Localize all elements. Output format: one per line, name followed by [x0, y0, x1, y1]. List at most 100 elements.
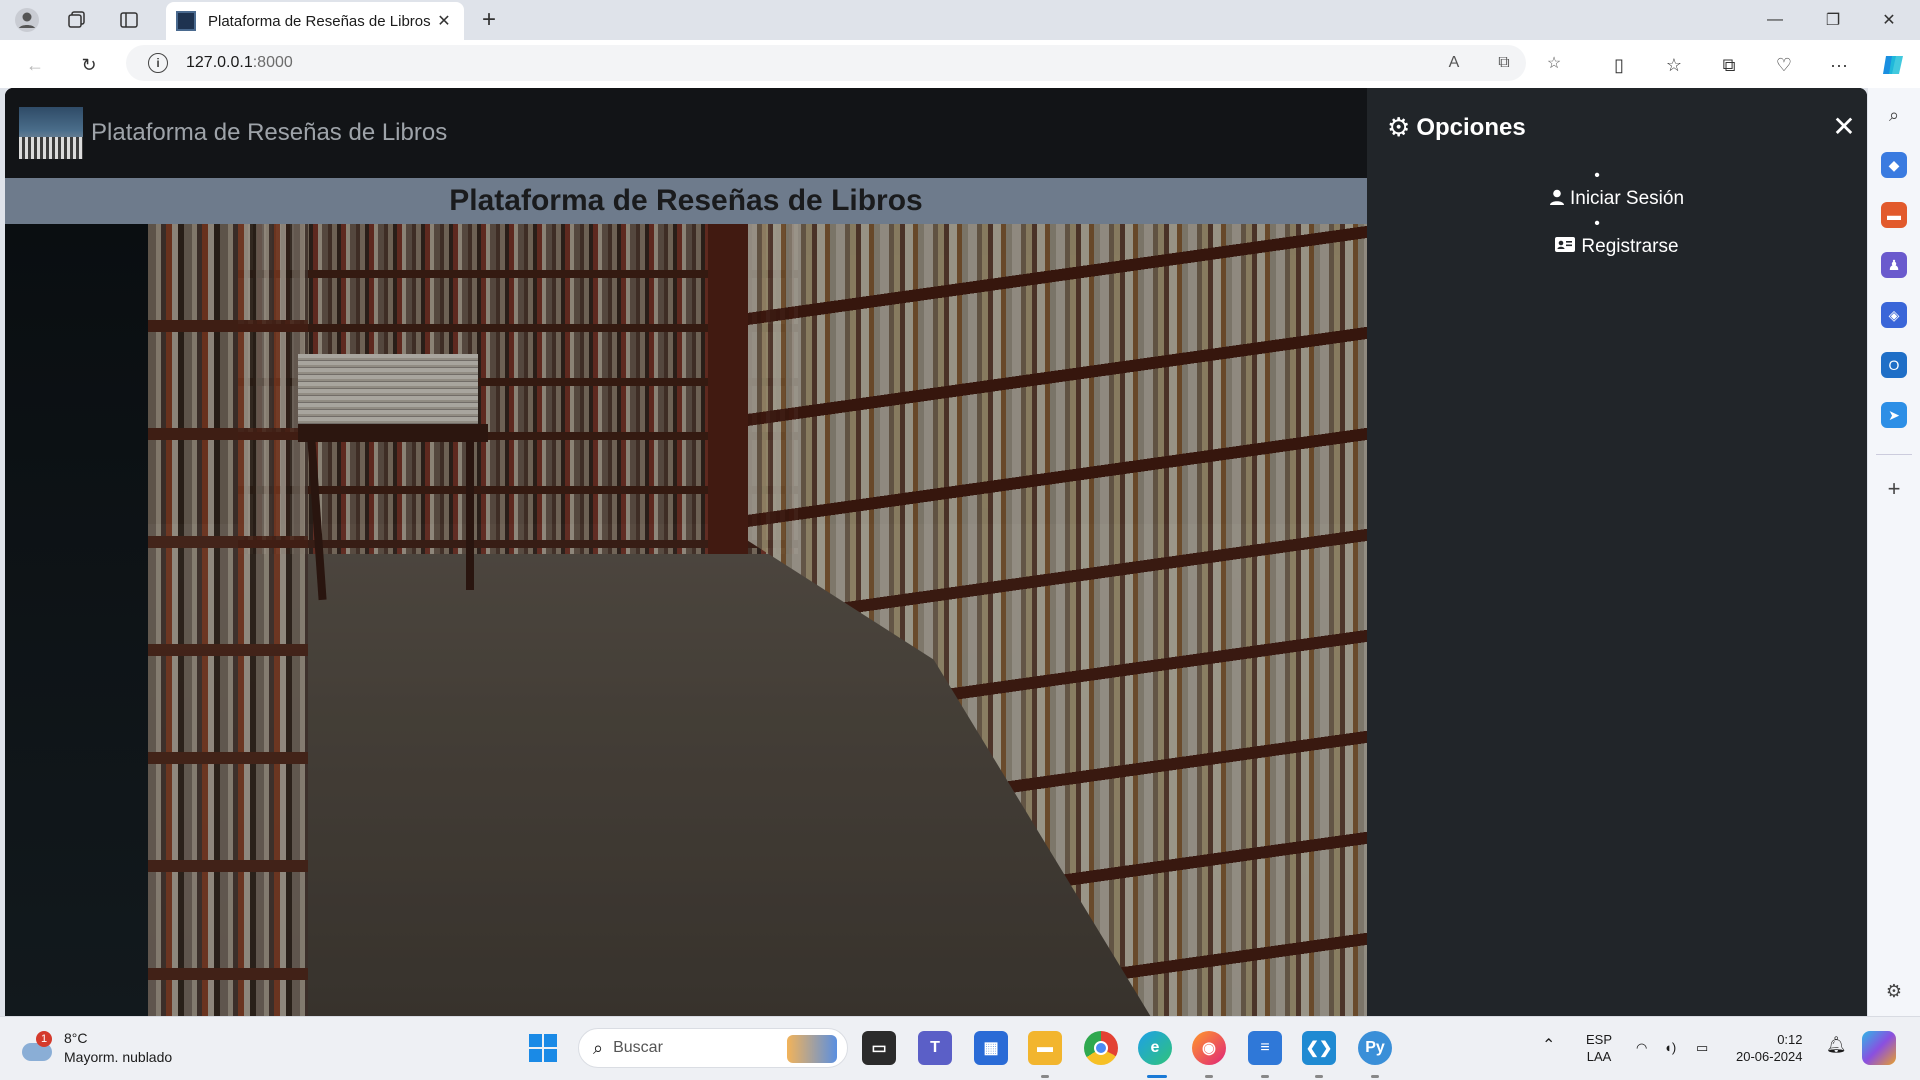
page-viewport: Plataforma de Reseñas de Libros Platafor… — [5, 88, 1867, 1016]
running-indicator — [1041, 1075, 1049, 1078]
add-sidebar-app-icon[interactable]: + — [1881, 476, 1907, 502]
vscode-icon[interactable]: ❮❯ — [1302, 1031, 1336, 1065]
hero-left-strip — [5, 224, 148, 1016]
close-window-button[interactable]: ✕ — [1862, 0, 1916, 40]
tab-favicon — [176, 11, 196, 31]
workspaces-icon[interactable] — [62, 5, 92, 35]
address-bar[interactable]: i 127.0.0.1:8000 A ⧉ ☆ — [126, 45, 1561, 81]
search-highlight-icon — [787, 1035, 837, 1063]
restore-button[interactable]: ❐ — [1806, 0, 1860, 40]
login-link[interactable]: Iniciar Sesión — [1367, 184, 1867, 214]
python-icon[interactable]: Py — [1358, 1031, 1392, 1065]
copilot-taskbar-icon[interactable] — [1862, 1031, 1896, 1065]
offcanvas-header: ⚙ Opciones — [1387, 112, 1526, 143]
favorites-icon[interactable]: ☆ — [1657, 48, 1691, 82]
search-placeholder: Buscar — [613, 1039, 663, 1056]
options-offcanvas: ⚙ Opciones ✕ • Iniciar Sesión • Registra… — [1367, 88, 1867, 1016]
volume-icon[interactable]: ◖) — [1664, 1039, 1676, 1056]
edge-icon[interactable]: e — [1138, 1031, 1172, 1065]
list-bullet: • — [1594, 215, 1600, 232]
store-icon[interactable]: ▦ — [974, 1031, 1008, 1065]
lang-code: ESP — [1586, 1032, 1613, 1047]
weather-temp: 8°C — [64, 1030, 88, 1046]
firefox-icon[interactable]: ◉ — [1192, 1031, 1226, 1065]
running-indicator — [1205, 1075, 1213, 1078]
more-menu-icon[interactable]: ··· — [1822, 48, 1856, 82]
collections-icon[interactable]: ⧉ — [1712, 48, 1746, 82]
id-card-icon — [1555, 237, 1576, 257]
active-tab[interactable]: Plataforma de Reseñas de Libros ✕ — [166, 2, 464, 40]
wifi-icon[interactable]: ◠ — [1636, 1039, 1647, 1056]
battery-icon[interactable]: ▭ — [1696, 1039, 1708, 1056]
register-link[interactable]: Registrarse — [1367, 232, 1867, 262]
start-button[interactable] — [526, 1031, 560, 1065]
user-icon — [1549, 189, 1564, 210]
weather-desc: Mayorm. nublado — [64, 1049, 173, 1065]
app-available-icon[interactable]: ⧉ — [1494, 53, 1514, 73]
task-view-icon[interactable]: ▭ — [862, 1031, 896, 1065]
outlook-icon[interactable]: O — [1881, 352, 1907, 378]
offcanvas-title: Opciones — [1416, 113, 1526, 141]
windows-taskbar: 1 8°C Mayorm. nublado ⌕ Buscar ▭ T ▦ ▬ e… — [0, 1016, 1920, 1080]
site-navbar: Plataforma de Reseñas de Libros — [5, 88, 1367, 178]
sidebar-divider — [1876, 454, 1912, 455]
refresh-button[interactable]: ↻ — [72, 48, 106, 82]
read-aloud-icon[interactable]: A — [1444, 53, 1464, 73]
sidebar-settings-icon[interactable]: ⚙ — [1881, 978, 1907, 1004]
site-info-icon[interactable]: i — [148, 53, 168, 73]
url-text[interactable]: 127.0.0.1:8000 — [186, 54, 293, 72]
running-indicator — [1315, 1075, 1323, 1078]
games-icon[interactable]: ♟ — [1881, 252, 1907, 278]
taskbar-search[interactable]: ⌕ Buscar — [578, 1028, 848, 1068]
copilot-icon[interactable] — [1876, 48, 1910, 82]
active-app-indicator — [1147, 1075, 1167, 1078]
offcanvas-menu: • Iniciar Sesión • Registrarse — [1367, 168, 1867, 264]
keyboard-layout: LAA — [1586, 1049, 1612, 1064]
browser-toolbar: ← ↻ i 127.0.0.1:8000 A ⧉ ☆ ▯ ☆ ⧉ ♡ ··· — [0, 40, 1920, 88]
tab-close-icon[interactable]: ✕ — [434, 11, 454, 31]
chrome-icon[interactable] — [1084, 1031, 1118, 1065]
cloud-icon: 1 — [20, 1031, 54, 1063]
vertical-tabs-icon[interactable] — [114, 5, 144, 35]
clock-date: 20-06-2024 — [1736, 1049, 1803, 1064]
offcanvas-close-button[interactable]: ✕ — [1831, 113, 1857, 141]
tab-title: Plataforma de Reseñas de Libros — [208, 12, 431, 30]
search-icon: ⌕ — [593, 1037, 604, 1058]
browser-essentials-icon[interactable]: ♡ — [1767, 48, 1801, 82]
clock[interactable]: 0:12 20-06-2024 — [1736, 1031, 1803, 1065]
minimize-button[interactable]: — — [1748, 0, 1802, 40]
login-label: Iniciar Sesión — [1569, 188, 1685, 209]
list-bullet: • — [1594, 167, 1600, 184]
register-label: Registrarse — [1581, 236, 1679, 257]
favorite-star-icon[interactable]: ☆ — [1544, 53, 1564, 73]
split-screen-icon[interactable]: ▯ — [1602, 48, 1636, 82]
weather-widget[interactable]: 1 8°C Mayorm. nublado — [20, 1029, 172, 1067]
site-logo[interactable] — [19, 107, 83, 159]
weather-badge: 1 — [36, 1031, 52, 1047]
site-brand[interactable]: Plataforma de Reseñas de Libros — [91, 119, 447, 147]
back-button[interactable]: ← — [18, 48, 52, 82]
sidebar-search-icon[interactable]: ⌕ — [1881, 102, 1907, 128]
notepad-icon[interactable]: ≡ — [1248, 1031, 1282, 1065]
shopping-tag-icon[interactable]: ◆ — [1881, 152, 1907, 178]
profile-icon[interactable] — [12, 5, 42, 35]
clock-time: 0:12 — [1777, 1032, 1803, 1047]
tray-overflow-icon[interactable]: ⌃ — [1542, 1037, 1555, 1054]
notification-bell-icon[interactable]: 🔔︎ — [1826, 1037, 1846, 1054]
new-tab-button[interactable]: + — [474, 5, 504, 35]
hero-title-bar: Plataforma de Reseñas de Libros — [5, 178, 1367, 224]
teams-icon[interactable]: T — [918, 1031, 952, 1065]
language-indicator[interactable]: ESP LAA — [1586, 1031, 1612, 1065]
hero-title: Plataforma de Reseñas de Libros — [449, 184, 923, 217]
photo-dim-overlay — [148, 224, 1367, 1016]
gear-icon: ⚙ — [1387, 112, 1411, 142]
running-indicator — [1261, 1075, 1269, 1078]
file-explorer-icon[interactable]: ▬ — [1028, 1031, 1062, 1065]
tools-briefcase-icon[interactable]: ▬ — [1881, 202, 1907, 228]
drop-send-icon[interactable]: ➤ — [1881, 402, 1907, 428]
running-indicator — [1371, 1075, 1379, 1078]
bookstore-photo — [148, 224, 1367, 1016]
browser-tab-strip: Plataforma de Reseñas de Libros ✕ + — ❐ … — [0, 0, 1920, 40]
microsoft365-icon[interactable]: ◈ — [1881, 302, 1907, 328]
edge-sidebar: ⌕ ◆ ▬ ♟ ◈ O ➤ + ⚙ — [1868, 88, 1920, 1016]
